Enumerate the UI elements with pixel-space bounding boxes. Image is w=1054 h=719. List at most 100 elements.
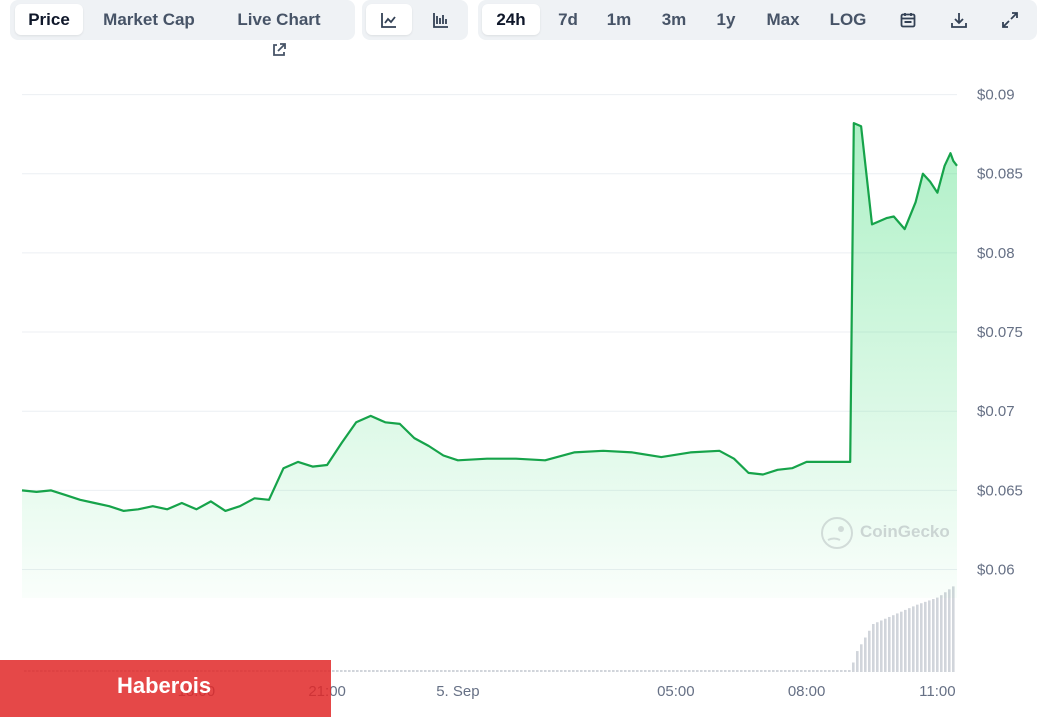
volume-bar — [620, 670, 623, 672]
volume-bar — [444, 670, 447, 672]
volume-bar — [408, 670, 411, 672]
volume-bar — [508, 670, 511, 672]
coingecko-logo-icon — [821, 517, 853, 549]
volume-bar — [736, 670, 739, 672]
volume-bar — [740, 670, 743, 672]
volume-bar — [672, 670, 675, 672]
volume-bar — [728, 670, 731, 672]
y-tick-label: $0.065 — [977, 482, 1023, 499]
volume-bar — [540, 670, 543, 672]
volume-bar — [504, 670, 507, 672]
volume-bar — [516, 670, 519, 672]
volume-bar — [888, 616, 891, 672]
volume-bar — [724, 670, 727, 672]
volume-bar — [560, 670, 563, 672]
volume-bar — [588, 670, 591, 672]
volume-bar — [600, 670, 603, 672]
volume-bar — [804, 670, 807, 672]
volume-bar — [876, 622, 879, 672]
volume-bar — [352, 670, 355, 672]
volume-bar — [940, 595, 943, 672]
volume-bar — [552, 670, 555, 672]
volume-bar — [524, 670, 527, 672]
volume-bar — [856, 651, 859, 672]
volume-bar — [796, 670, 799, 672]
volume-bar — [792, 670, 795, 672]
volume-bar — [640, 670, 643, 672]
volume-bar — [760, 670, 763, 672]
volume-bar — [452, 670, 455, 672]
overlay-banner-label: Haberois — [117, 673, 212, 698]
volume-bar — [772, 670, 775, 672]
volume-bar — [340, 670, 343, 672]
volume-bar — [484, 670, 487, 672]
volume-bar — [496, 670, 499, 672]
volume-bar — [812, 670, 815, 672]
volume-bar — [536, 670, 539, 672]
volume-bar — [832, 670, 835, 672]
volume-bar — [776, 670, 779, 672]
y-tick-label: $0.08 — [977, 245, 1015, 262]
volume-bar — [884, 618, 887, 672]
volume-bar — [752, 670, 755, 672]
volume-bar — [440, 670, 443, 672]
volume-bar — [880, 620, 883, 672]
volume-bar — [936, 597, 939, 672]
volume-bar — [456, 670, 459, 672]
volume-bar — [532, 670, 535, 672]
volume-bar — [836, 670, 839, 672]
volume-bar — [612, 670, 615, 672]
volume-bar — [360, 670, 363, 672]
volume-bar — [932, 599, 935, 672]
volume-bar — [400, 670, 403, 672]
volume-bar — [596, 670, 599, 672]
volume-bar — [900, 611, 903, 672]
volume-bar — [920, 603, 923, 672]
volume-bar — [636, 670, 639, 672]
volume-bar — [892, 615, 895, 672]
volume-bar — [364, 670, 367, 672]
y-tick-label: $0.09 — [977, 87, 1015, 104]
price-area — [22, 123, 957, 598]
volume-bar — [708, 670, 711, 672]
volume-bar — [764, 670, 767, 672]
volume-bar — [688, 670, 691, 672]
volume-bar — [460, 670, 463, 672]
volume-bar — [520, 670, 523, 672]
volume-bar — [712, 670, 715, 672]
volume-bar — [780, 670, 783, 672]
volume-bar — [564, 670, 567, 672]
volume-bar — [952, 586, 955, 672]
volume-bar — [432, 670, 435, 672]
volume-bar — [472, 670, 475, 672]
x-tick-label: 05:00 — [657, 683, 695, 700]
volume-bar — [732, 670, 735, 672]
volume-bar — [396, 670, 399, 672]
volume-bar — [840, 670, 843, 672]
y-tick-label: $0.075 — [977, 324, 1023, 341]
volume-bar — [820, 670, 823, 672]
volume-bar — [828, 670, 831, 672]
volume-bar — [336, 670, 339, 672]
volume-bar — [652, 670, 655, 672]
y-tick-label: $0.085 — [977, 166, 1023, 183]
volume-bar — [628, 670, 631, 672]
y-axis-labels: $0.06 $0.065 $0.07 $0.075 $0.08 $0.085 $0.09 — [977, 87, 1023, 579]
volume-bar — [868, 630, 871, 672]
volume-bar — [344, 670, 347, 672]
volume-bar — [872, 624, 875, 672]
volume-bar — [464, 670, 467, 672]
volume-bar — [720, 670, 723, 672]
volume-bar — [656, 670, 659, 672]
volume-bar — [668, 670, 671, 672]
volume-bar — [684, 670, 687, 672]
volume-bar — [852, 662, 855, 672]
volume-bar — [700, 670, 703, 672]
volume-bar — [420, 670, 423, 672]
volume-bar — [644, 670, 647, 672]
volume-bar — [680, 670, 683, 672]
price-chart[interactable]: $0.06 $0.065 $0.07 $0.075 $0.08 $0.085 $0.09 1… — [0, 0, 1054, 719]
volume-bar — [692, 670, 695, 672]
volume-bar — [436, 670, 439, 672]
volume-bar — [696, 670, 699, 672]
